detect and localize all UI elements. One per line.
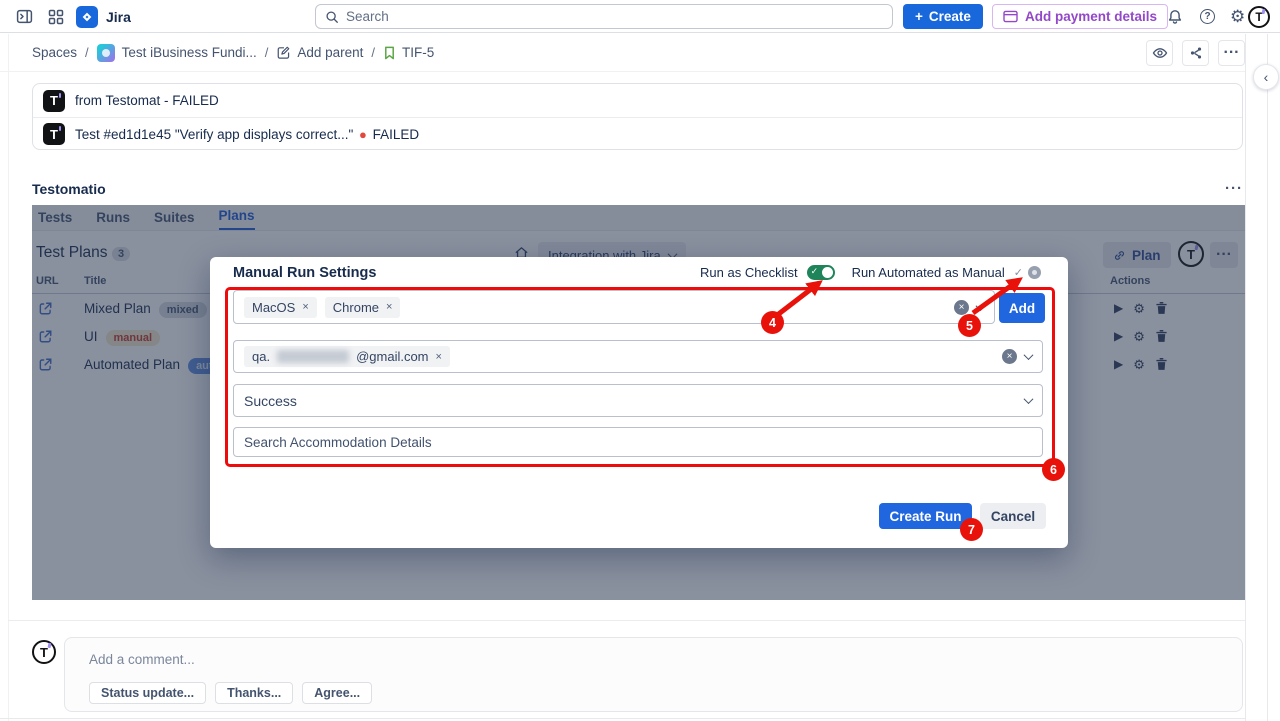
notifications-bell-icon[interactable]	[1167, 9, 1183, 25]
create-run-button[interactable]: Create Run	[879, 503, 972, 529]
comment-input[interactable]: Add a comment...	[89, 652, 195, 667]
page: Jira + Create Add payment details ?	[0, 0, 1280, 721]
breadcrumb: Spaces / Test iBusiness Fundi... / Add p…	[0, 34, 1245, 72]
space-avatar-icon	[97, 44, 115, 62]
quick-reply-status-update[interactable]: Status update...	[89, 682, 206, 704]
widget-more-icon[interactable]: ···	[1225, 180, 1243, 197]
assignee-multiselect[interactable]: qa.@gmail.com × ×	[233, 340, 1043, 373]
app-name: Jira	[106, 9, 131, 25]
breadcrumb-separator: /	[265, 45, 269, 60]
remove-tag-icon[interactable]: ×	[302, 301, 308, 313]
run-as-checklist-toggle[interactable]: ✓	[807, 265, 835, 280]
run-automated-toggle[interactable]: ✓	[1014, 266, 1041, 279]
breadcrumb-separator: /	[371, 45, 375, 60]
failed-status-dot-icon: ●	[359, 127, 367, 142]
avatar-accent	[1262, 8, 1266, 14]
toggle-knob	[822, 267, 833, 278]
environments-multiselect[interactable]: MacOS× Chrome× ×	[233, 290, 995, 324]
plus-icon: +	[915, 9, 923, 24]
breadcrumb-space-name[interactable]: Test iBusiness Fundi...	[122, 45, 257, 60]
cancel-button[interactable]: Cancel	[980, 503, 1046, 529]
create-button[interactable]: + Create	[903, 4, 983, 29]
search-icon	[325, 10, 339, 24]
page-bottom-border	[0, 718, 1245, 719]
jira-logo-icon	[76, 6, 98, 28]
chevron-down-icon[interactable]	[1024, 350, 1034, 360]
comment-box: Add a comment... Status update... Thanks…	[64, 637, 1243, 712]
remove-tag-icon[interactable]: ×	[386, 301, 392, 313]
manual-run-settings-modal: Manual Run Settings Run as Checklist ✓ R…	[210, 257, 1068, 548]
breadcrumb-add-parent[interactable]: Add parent	[297, 45, 363, 60]
run-title-input[interactable]	[244, 435, 1032, 450]
section-divider	[8, 620, 1245, 621]
run-as-checklist-label: Run as Checklist	[700, 265, 798, 280]
remove-tag-icon[interactable]: ×	[436, 351, 442, 363]
user-avatar[interactable]: T	[1248, 6, 1270, 28]
global-search[interactable]	[315, 4, 893, 29]
comment-avatar: T	[32, 640, 56, 664]
chevron-left-icon: ‹	[1264, 69, 1269, 85]
left-panel-border	[8, 34, 9, 721]
quick-replies: Status update... Thanks... Agree...	[89, 682, 372, 704]
status-selected-value: Success	[244, 393, 297, 409]
clear-field-icon[interactable]: ×	[1002, 349, 1017, 364]
check-icon: ✓	[811, 266, 819, 277]
breadcrumb-issue-key[interactable]: TIF-5	[402, 45, 434, 60]
linked-test-results-card: T from Testomat - FAILED T Test #ed1d1e4…	[32, 83, 1243, 150]
modal-title: Manual Run Settings	[233, 265, 376, 281]
assignee-tag: qa.@gmail.com ×	[244, 346, 450, 367]
check-icon: ✓	[1014, 266, 1023, 279]
clear-field-icon[interactable]: ×	[954, 300, 969, 315]
environment-tag: Chrome×	[325, 297, 401, 318]
right-rail-border	[1267, 34, 1268, 721]
redacted-email-segment	[277, 350, 349, 363]
run-title-field	[233, 427, 1043, 457]
search-input[interactable]	[346, 9, 883, 24]
environment-tag: MacOS×	[244, 297, 317, 318]
test-result-row[interactable]: T Test #ed1d1e45 "Verify app displays co…	[33, 117, 1242, 150]
modal-toggles: Run as Checklist ✓ Run Automated as Manu…	[700, 265, 1041, 280]
testomatio-icon: T	[43, 90, 65, 112]
watch-eye-icon[interactable]	[1146, 40, 1173, 66]
toggle-knob	[1028, 266, 1041, 279]
testomatio-icon: T	[43, 123, 65, 145]
top-navigation-bar: Jira + Create Add payment details ?	[0, 0, 1280, 33]
credit-card-icon	[1003, 10, 1018, 23]
more-actions-icon[interactable]: ···	[1218, 40, 1245, 66]
page-actions: ···	[1146, 40, 1245, 66]
collapse-panel-button[interactable]: ‹	[1253, 64, 1279, 90]
sidebar-toggle-icon[interactable]	[16, 8, 33, 25]
test-result-text: from Testomat - FAILED	[75, 93, 219, 108]
chevron-down-icon[interactable]	[1024, 394, 1034, 404]
share-icon[interactable]	[1182, 40, 1209, 66]
quick-reply-thanks[interactable]: Thanks...	[215, 682, 293, 704]
app-home-link[interactable]: Jira	[76, 0, 131, 33]
settings-gear-icon[interactable]: ⚙	[1230, 8, 1245, 25]
breadcrumb-spaces[interactable]: Spaces	[32, 45, 77, 60]
breadcrumb-separator: /	[85, 45, 89, 60]
quick-reply-agree[interactable]: Agree...	[302, 682, 372, 704]
edit-pencil-icon	[276, 45, 291, 60]
widget-section-title: Testomatio	[32, 181, 106, 197]
run-automated-label: Run Automated as Manual	[852, 265, 1005, 280]
test-result-text: Test #ed1d1e45 "Verify app displays corr…	[75, 127, 419, 142]
add-environment-button[interactable]: Add	[999, 293, 1045, 323]
avatar-accent	[48, 643, 52, 649]
right-panel-border	[1245, 34, 1246, 721]
test-result-row[interactable]: T from Testomat - FAILED	[33, 84, 1242, 117]
add-payment-details-button[interactable]: Add payment details	[992, 4, 1168, 29]
app-switcher-icon[interactable]	[48, 9, 64, 25]
bookmark-icon	[383, 46, 396, 60]
help-icon[interactable]: ?	[1200, 9, 1215, 24]
chevron-down-icon[interactable]	[976, 301, 986, 311]
status-select[interactable]: Success	[233, 384, 1043, 417]
